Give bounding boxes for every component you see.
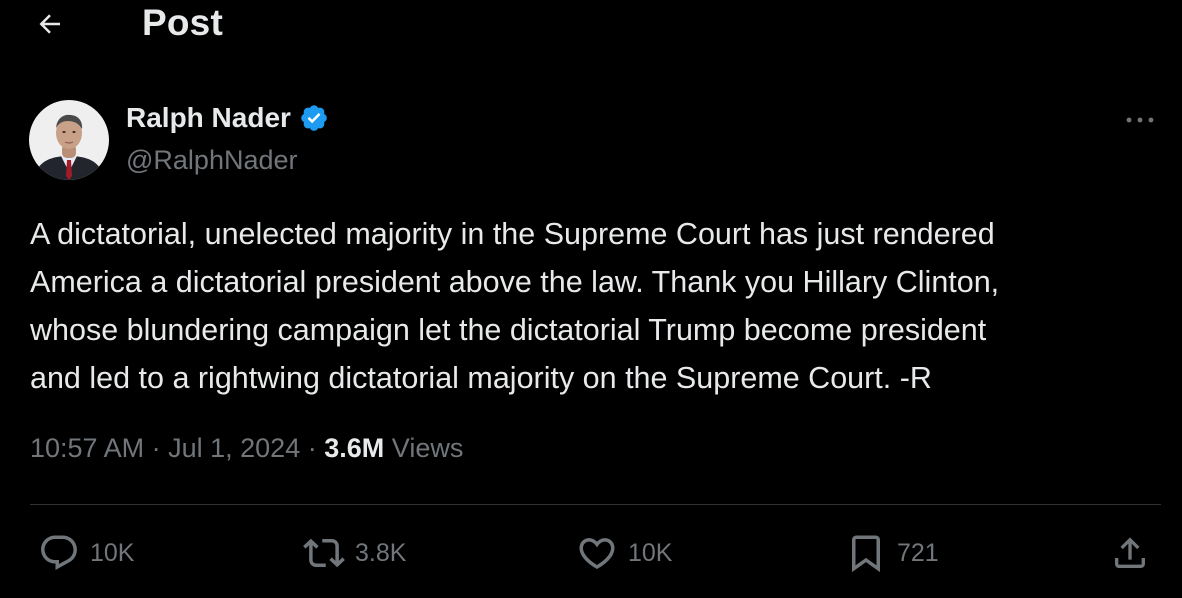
more-options-button[interactable] — [1120, 106, 1160, 134]
avatar-image — [29, 100, 109, 180]
share-icon — [1115, 537, 1145, 568]
views-count[interactable]: 3.6M — [324, 433, 384, 463]
repost-icon — [303, 538, 345, 568]
post-meta: 10:57 AM · Jul 1, 2024 · 3.6M Views — [30, 433, 463, 464]
page-title: Post — [142, 2, 223, 43]
post-time[interactable]: 10:57 AM — [30, 433, 144, 463]
back-button[interactable] — [30, 6, 70, 42]
verified-badge-icon — [301, 105, 327, 131]
bookmark-count: 721 — [897, 538, 939, 567]
bookmark-button[interactable]: 721 — [845, 532, 939, 574]
avatar[interactable] — [29, 100, 109, 180]
post-text-line: and led to a rightwing dictatorial major… — [30, 361, 932, 395]
heart-icon — [579, 538, 615, 570]
bookmark-icon — [852, 535, 880, 573]
repost-count: 3.8K — [355, 538, 407, 567]
like-count: 10K — [628, 538, 673, 567]
views-label: Views — [391, 433, 464, 463]
post-date[interactable]: Jul 1, 2024 — [168, 433, 300, 463]
author-handle[interactable]: @RalphNader — [126, 145, 298, 176]
page-header: Post — [0, 0, 1182, 50]
reply-icon — [41, 535, 77, 570]
reply-button[interactable]: 10K — [38, 532, 134, 574]
share-button[interactable] — [1110, 532, 1150, 574]
meta-separator: · — [151, 433, 161, 463]
more-dots-icon — [1126, 117, 1154, 123]
arrow-left-icon — [39, 14, 60, 34]
post-text: A dictatorial, unelected majority in the… — [30, 210, 1165, 402]
post-text-line: A dictatorial, unelected majority in the… — [30, 217, 995, 251]
author-name-text: Ralph Nader — [126, 102, 291, 133]
post-text-line: whose blundering campaign let the dictat… — [30, 313, 987, 347]
author-name[interactable]: Ralph Nader — [126, 102, 329, 134]
post-text-line: America a dictatorial president above th… — [30, 265, 1000, 299]
reply-count: 10K — [90, 538, 135, 567]
divider — [30, 504, 1161, 505]
meta-separator: · — [307, 433, 317, 463]
like-button[interactable]: 10K — [576, 532, 672, 574]
repost-button[interactable]: 3.8K — [303, 532, 406, 574]
